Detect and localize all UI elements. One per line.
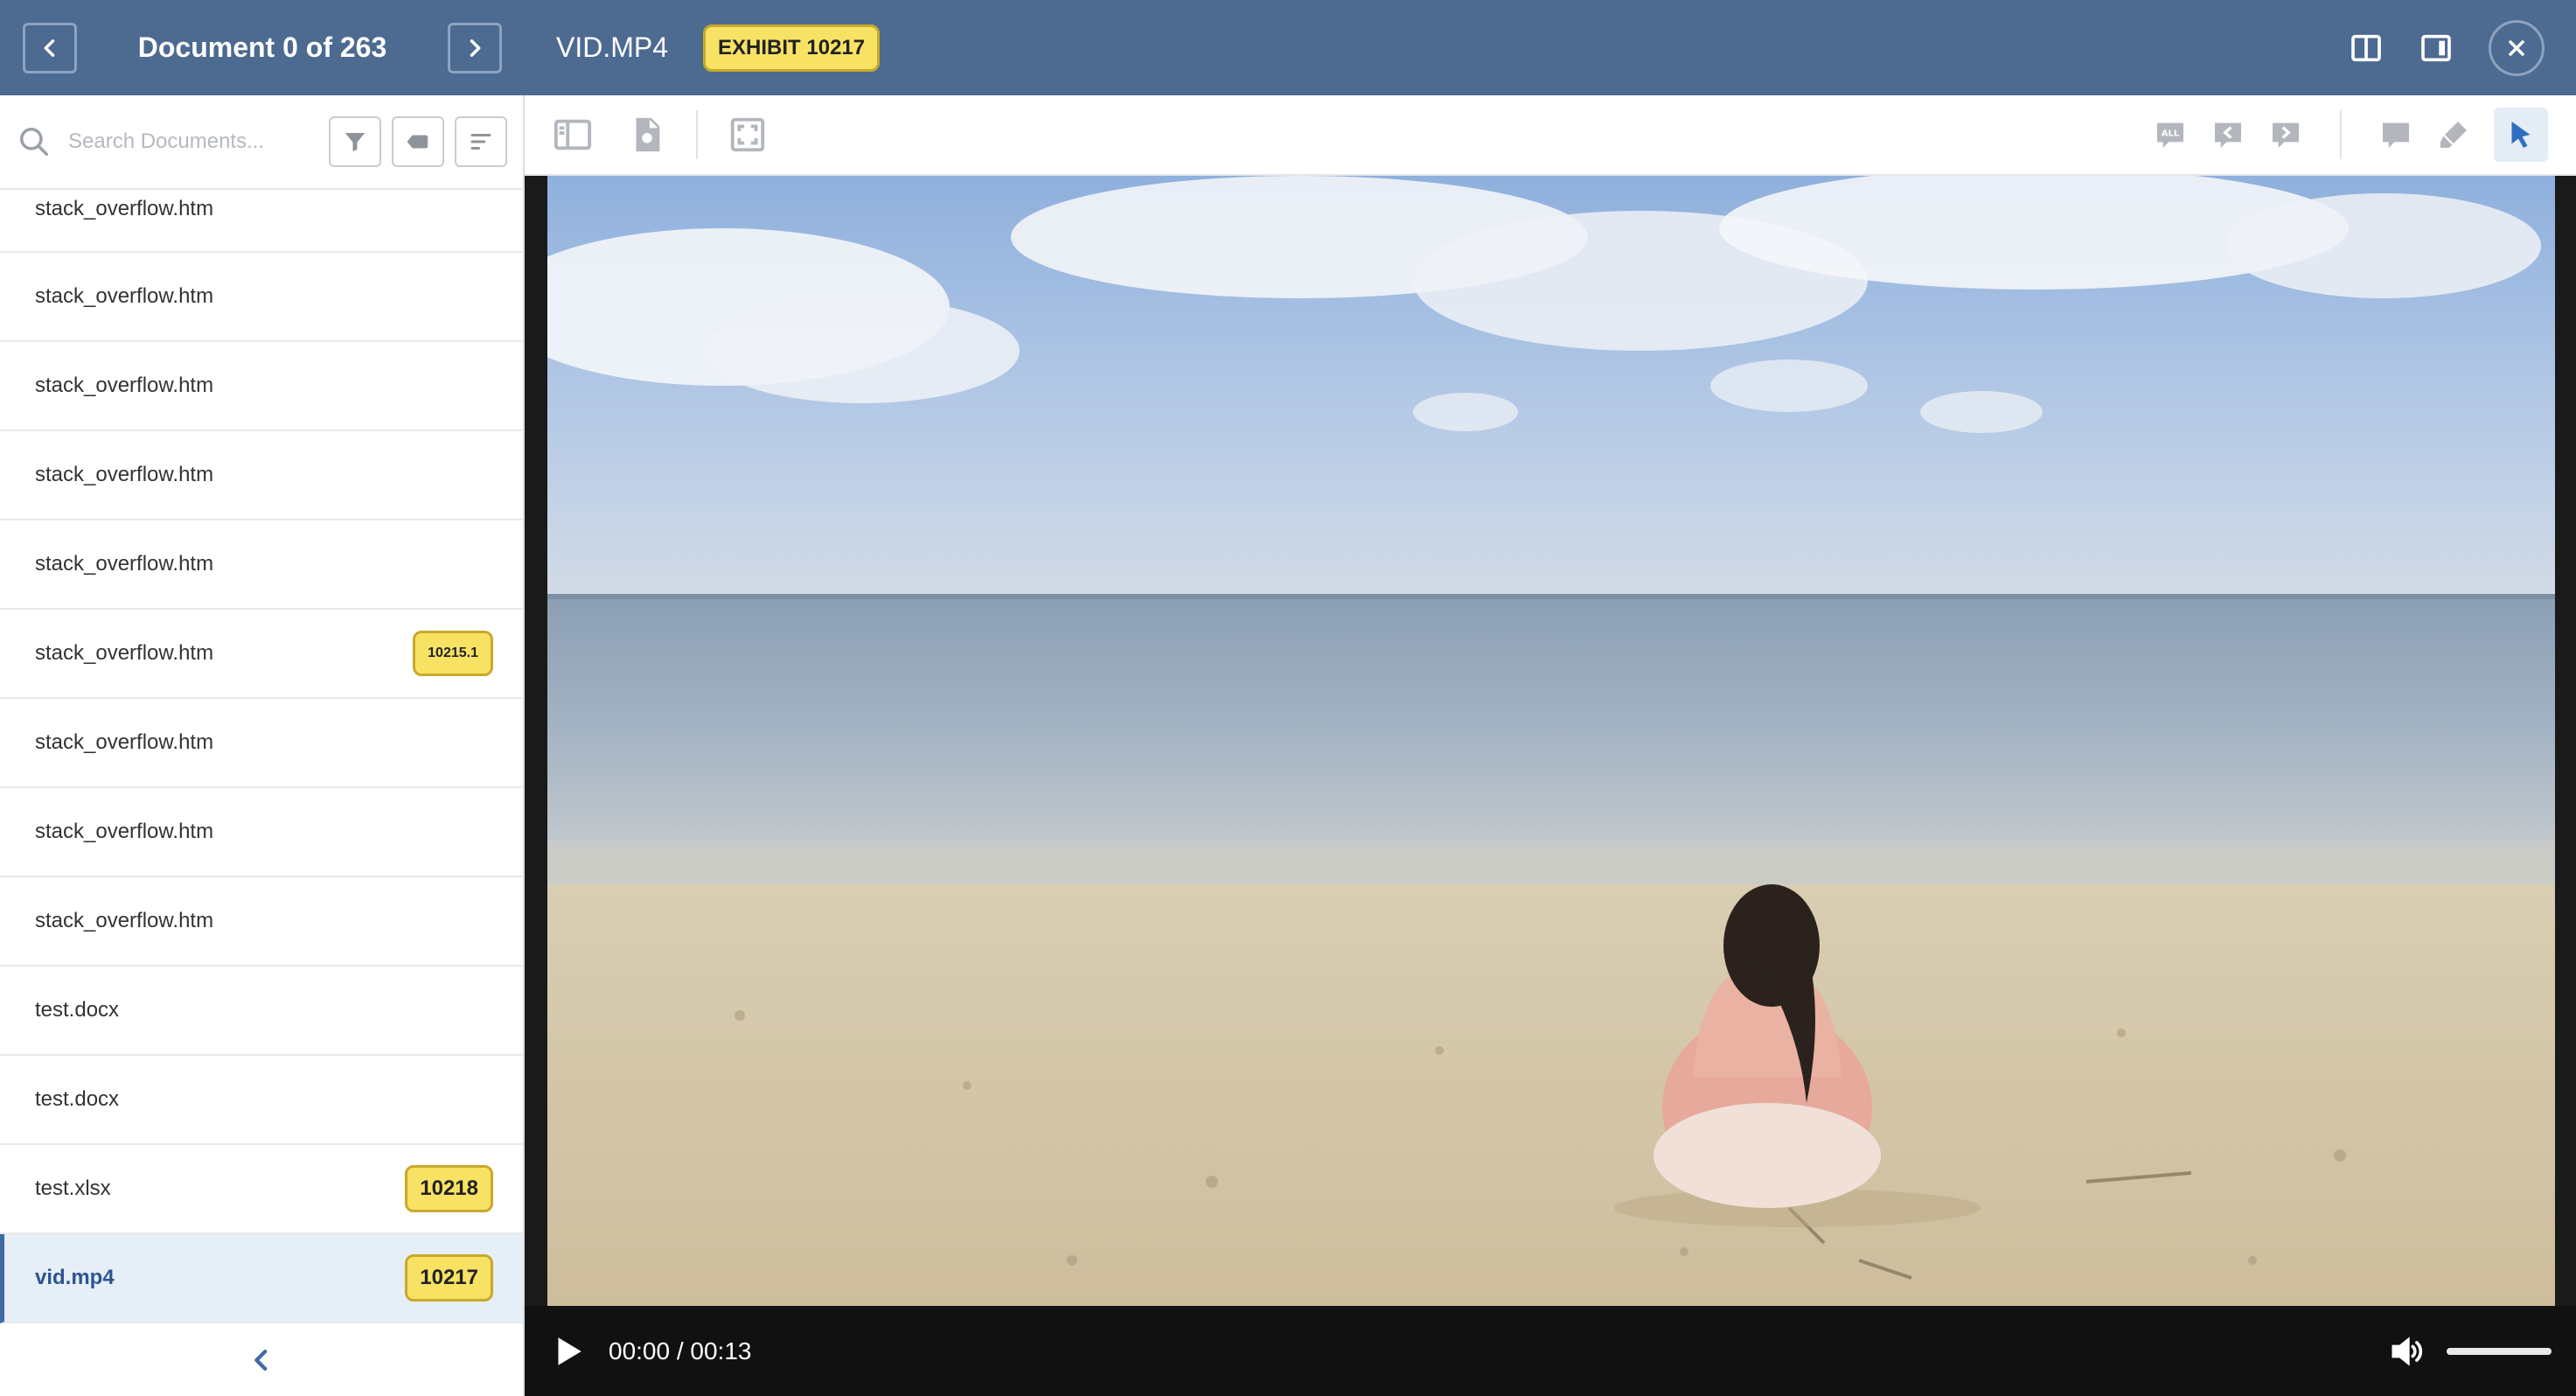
search-icon <box>20 128 48 156</box>
viewer-header: VID.MP4 EXHIBIT 10217 <box>525 0 2576 95</box>
sort-button[interactable] <box>455 116 507 167</box>
search-tools <box>329 116 507 167</box>
document-name: stack_overflow.htm <box>35 820 214 843</box>
document-name: stack_overflow.htm <box>35 552 214 576</box>
document-name: stack_overflow.htm <box>35 284 214 308</box>
split-view-icon[interactable] <box>2349 31 2384 66</box>
toolbar-divider <box>2340 110 2342 159</box>
fullscreen-icon[interactable] <box>728 115 768 155</box>
chevron-left-icon <box>44 38 55 57</box>
document-list-item-active[interactable]: vid.mp4 10217 <box>0 1234 523 1323</box>
cursor-icon <box>2511 122 2531 148</box>
document-name: stack_overflow.htm <box>35 641 214 665</box>
exhibit-badge: EXHIBIT 10217 <box>703 24 881 72</box>
highlighter-icon[interactable] <box>2436 117 2471 152</box>
document-name: test.docx <box>35 998 120 1022</box>
sidebar-header: Document 0 of 263 <box>0 0 525 95</box>
previous-document-button[interactable] <box>23 22 77 73</box>
document-name: stack_overflow.htm <box>35 730 214 754</box>
next-document-button[interactable] <box>447 22 502 73</box>
volume-slider-fill <box>2447 1347 2552 1355</box>
document-list-item[interactable]: stack_overflow.htm <box>0 877 523 967</box>
select-tool-button[interactable] <box>2494 108 2548 162</box>
document-search-icon[interactable] <box>626 115 666 155</box>
toolbar-divider <box>696 110 698 159</box>
document-list-item[interactable]: stack_overflow.htm <box>0 431 523 520</box>
exhibit-badge: 10218 <box>405 1165 493 1212</box>
document-list-item[interactable]: stack_overflow.htm <box>0 520 523 610</box>
document-list-item[interactable]: stack_overflow.htm <box>0 190 523 253</box>
document-name: stack_overflow.htm <box>35 373 214 397</box>
tag-button[interactable] <box>392 116 444 167</box>
volume-control <box>2387 1332 2552 1371</box>
sort-icon <box>470 134 491 150</box>
document-list-item[interactable]: stack_overflow.htm <box>0 342 523 431</box>
next-comment-icon[interactable] <box>2268 117 2303 152</box>
document-viewer: VID.MP4 EXHIBIT 10217 ALL 00:00 / 00:13 <box>525 0 2576 1396</box>
document-list-item[interactable]: stack_overflow.htm <box>0 699 523 788</box>
collapse-sidebar-button[interactable] <box>0 1323 523 1396</box>
comment-icon[interactable] <box>2378 117 2413 152</box>
chevron-left-icon <box>254 1349 268 1371</box>
document-name: test.docx <box>35 1087 120 1111</box>
close-icon <box>2509 39 2524 56</box>
volume-icon[interactable] <box>2387 1332 2426 1371</box>
document-sidebar: Document 0 of 263 stack_overflow.htm sta… <box>0 0 525 1396</box>
close-viewer-button[interactable] <box>2489 19 2545 76</box>
tag-icon <box>407 135 428 149</box>
document-name: stack_overflow.htm <box>35 463 214 486</box>
document-counter: Document 0 of 263 <box>137 31 387 63</box>
document-name: stack_overflow.htm <box>35 197 214 220</box>
document-list-item[interactable]: test.docx <box>0 967 523 1056</box>
video-frame[interactable] <box>547 176 2555 1306</box>
document-list-item[interactable]: stack_overflow.htm <box>0 253 523 342</box>
document-list-item[interactable]: stack_overflow.htm <box>0 788 523 877</box>
document-name: vid.mp4 <box>35 1266 115 1289</box>
document-name: test.xlsx <box>35 1176 111 1200</box>
side-panel-icon[interactable] <box>2419 31 2454 66</box>
document-list-item[interactable]: test.xlsx 10218 <box>0 1145 523 1234</box>
search-bar <box>0 95 525 190</box>
document-list: stack_overflow.htm stack_overflow.htm st… <box>0 190 523 1323</box>
exhibit-badge: 10215.1 <box>413 631 493 676</box>
play-icon[interactable] <box>549 1333 586 1370</box>
viewer-toolbar: ALL <box>525 95 2576 176</box>
beach-video-still <box>547 176 2555 1306</box>
chevron-right-icon <box>470 38 481 57</box>
filter-button[interactable] <box>329 116 381 167</box>
search-input[interactable] <box>68 129 313 154</box>
viewer-header-actions <box>2349 19 2545 76</box>
prev-comment-icon[interactable] <box>2210 117 2245 152</box>
annotation-tools: ALL <box>2153 108 2548 162</box>
all-comments-icon[interactable]: ALL <box>2153 117 2188 152</box>
document-list-item[interactable]: test.docx <box>0 1056 523 1145</box>
video-controls: 00:00 / 00:13 <box>525 1306 2576 1396</box>
svg-text:ALL: ALL <box>2162 129 2180 139</box>
playback-time: 00:00 / 00:13 <box>609 1337 752 1365</box>
filter-icon <box>345 133 366 152</box>
thumbnails-icon[interactable] <box>553 115 593 155</box>
document-list-item[interactable]: stack_overflow.htm 10215.1 <box>0 610 523 699</box>
document-title: VID.MP4 <box>556 31 669 63</box>
document-name: stack_overflow.htm <box>35 909 214 932</box>
volume-slider[interactable] <box>2447 1347 2552 1355</box>
exhibit-badge: 10217 <box>405 1254 493 1302</box>
